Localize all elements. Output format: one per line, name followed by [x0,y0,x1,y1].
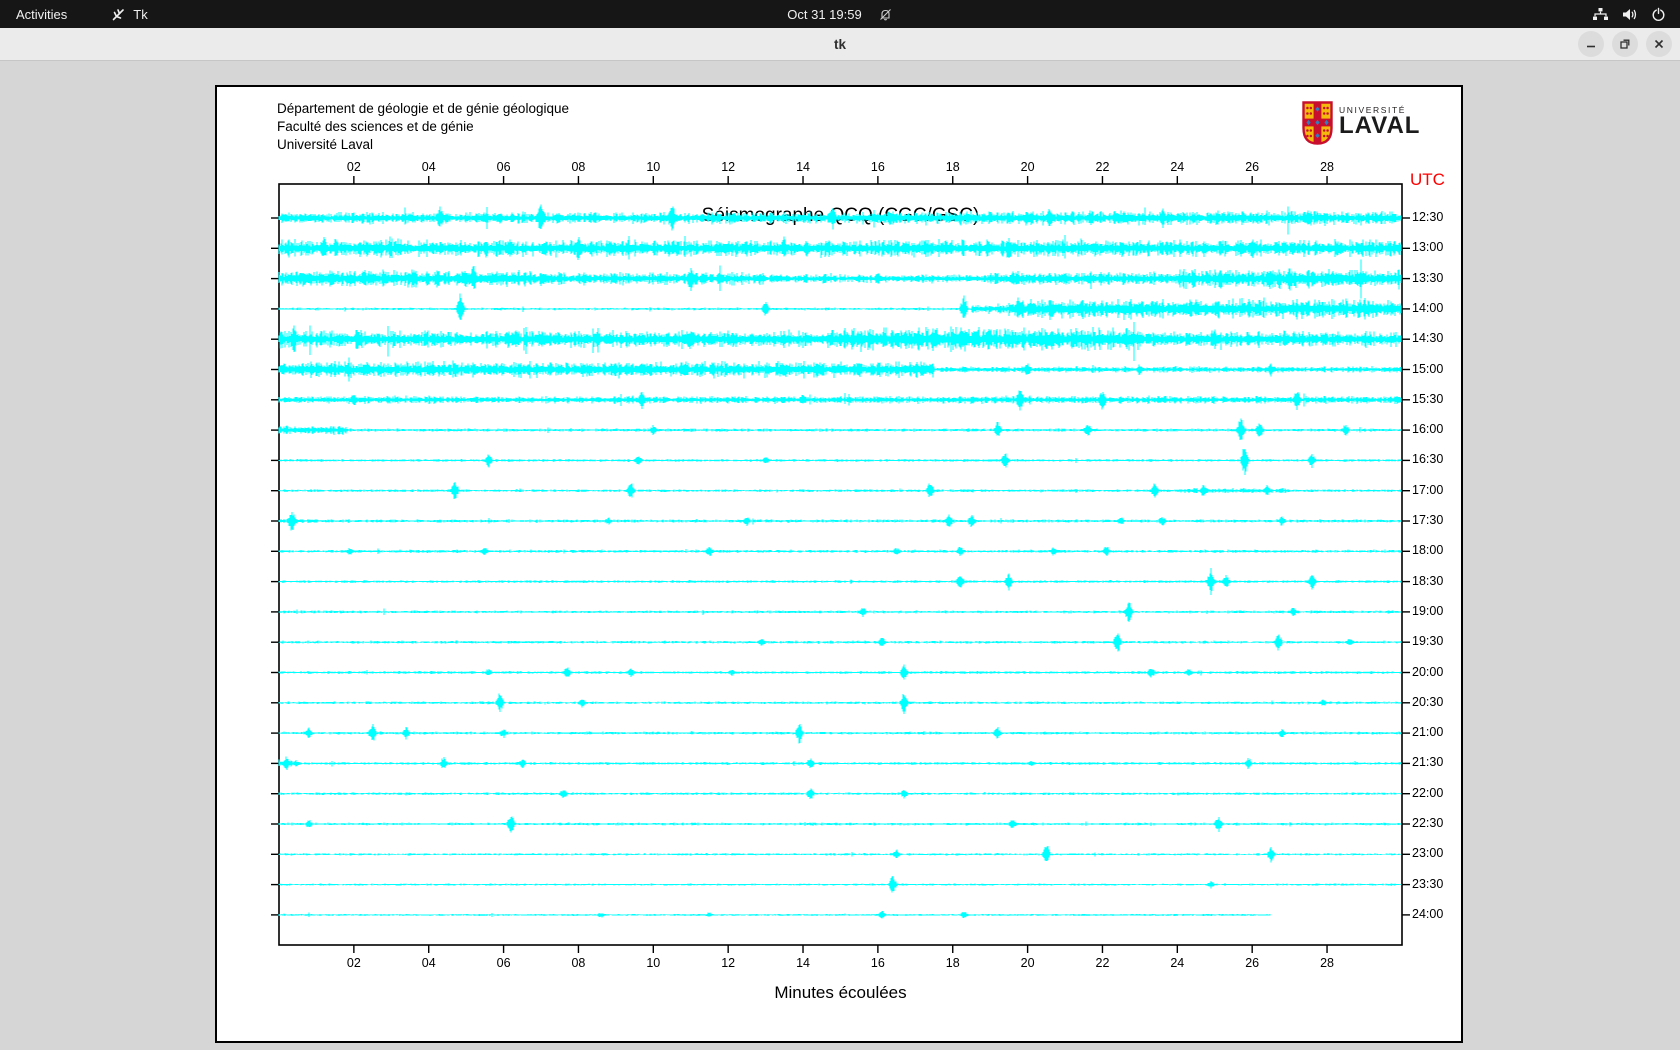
utc-time-label: 13:00 [1412,240,1443,254]
utc-time-label: 22:00 [1412,786,1443,800]
x-tick-label-bottom: 24 [1170,956,1184,970]
seismogram-trace-14:00 [279,293,1401,320]
seismogram-trace-13:30 [279,260,1401,299]
utc-time-label: 20:30 [1412,695,1443,709]
seismogram-trace-22:00 [279,788,1401,799]
utc-time-label: 23:00 [1412,846,1443,860]
utc-time-label: 15:30 [1412,392,1443,406]
seismogram-trace-12:30 [279,205,1401,235]
seismogram-trace-19:30 [279,633,1401,651]
x-tick-label-bottom: 10 [646,956,660,970]
seismogram-trace-16:00 [279,419,1401,440]
seismogram-trace-17:30 [279,512,1401,531]
x-tick-label-top: 26 [1245,160,1259,174]
x-tick-label-bottom: 18 [946,956,960,970]
utc-time-label: 17:30 [1412,513,1443,527]
seismogram-trace-24:00 [279,911,1270,918]
utc-time-label: 17:00 [1412,483,1443,497]
x-tick-label-bottom: 12 [721,956,735,970]
x-tick-label-top: 22 [1096,160,1110,174]
seismogram-trace-17:00 [279,482,1401,499]
x-tick-label-bottom: 06 [497,956,511,970]
gnome-top-bar: Activities Tk Oct 31 19:59 [0,0,1680,28]
x-tick-label-top: 20 [1021,160,1035,174]
utc-time-label: 19:30 [1412,634,1443,648]
seismogram-trace-14:30 [279,322,1401,361]
seismogram-trace-23:00 [279,846,1401,862]
seismogram-trace-16:30 [279,449,1401,475]
seismogram-trace-15:30 [279,390,1401,410]
utc-time-label: 19:00 [1412,604,1443,618]
x-tick-label-bottom: 14 [796,956,810,970]
utc-time-label: 16:30 [1412,452,1443,466]
utc-time-label: 18:30 [1412,574,1443,588]
utc-time-label: 14:00 [1412,301,1443,315]
x-tick-label-bottom: 08 [571,956,585,970]
seismogram-trace-15:00 [279,358,1401,382]
seismograph-canvas: Département de géologie et de génie géol… [215,85,1463,1043]
utc-time-label: 15:00 [1412,362,1443,376]
x-tick-label-bottom: 16 [871,956,885,970]
x-tick-label-bottom: 22 [1096,956,1110,970]
app-menu-label: Tk [133,7,147,22]
bell-slash-icon [878,7,893,22]
x-tick-label-top: 12 [721,160,735,174]
seismogram-plot [217,87,1465,1045]
utc-time-label: 22:30 [1412,816,1443,830]
utc-time-label: 23:30 [1412,877,1443,891]
seismogram-trace-21:30 [279,756,1401,770]
window-title: tk [834,37,846,52]
x-tick-label-bottom: 28 [1320,956,1334,970]
minimize-button[interactable] [1578,31,1604,57]
x-tick-label-top: 02 [347,160,361,174]
x-tick-label-top: 14 [796,160,810,174]
x-tick-label-bottom: 02 [347,956,361,970]
clock-label[interactable]: Oct 31 19:59 [787,7,861,22]
tk-feather-icon [111,7,126,22]
activities-button[interactable]: Activities [16,0,67,28]
x-tick-label-bottom: 04 [422,956,436,970]
seismogram-trace-20:30 [279,693,1401,714]
utc-time-label: 13:30 [1412,271,1443,285]
utc-time-label: 21:00 [1412,725,1443,739]
maximize-button[interactable] [1612,31,1638,57]
seismogram-trace-23:30 [279,876,1401,893]
close-button[interactable] [1646,31,1672,57]
clock-area: Oct 31 19:59 [0,0,1680,28]
x-tick-label-top: 04 [422,160,436,174]
x-tick-label-top: 06 [497,160,511,174]
seismogram-trace-20:00 [279,664,1401,679]
utc-time-label: 24:00 [1412,907,1443,921]
power-icon[interactable] [1651,7,1666,22]
x-tick-label-top: 24 [1170,160,1184,174]
seismogram-trace-22:30 [279,817,1401,833]
utc-time-label: 16:00 [1412,422,1443,436]
x-tick-label-top: 18 [946,160,960,174]
window-title-bar[interactable]: tk [0,28,1680,61]
x-tick-label-bottom: 20 [1021,956,1035,970]
utc-time-label: 12:30 [1412,210,1443,224]
seismogram-trace-19:00 [279,603,1401,622]
activities-label: Activities [16,7,67,22]
seismogram-trace-18:30 [279,568,1401,595]
utc-time-label: 21:30 [1412,755,1443,769]
seismogram-trace-13:00 [279,235,1401,260]
x-tick-label-bottom: 26 [1245,956,1259,970]
x-tick-label-top: 08 [571,160,585,174]
volume-icon[interactable] [1622,7,1638,22]
app-menu-button[interactable]: Tk [111,0,147,28]
x-tick-label-top: 16 [871,160,885,174]
x-axis-label: Minutes écoulées [279,983,1402,1003]
utc-time-label: 18:00 [1412,543,1443,557]
x-tick-label-top: 10 [646,160,660,174]
x-tick-label-top: 28 [1320,160,1334,174]
seismogram-trace-18:00 [279,547,1401,556]
seismogram-trace-21:00 [279,724,1401,744]
utc-time-label: 20:00 [1412,665,1443,679]
network-icon[interactable] [1592,7,1609,22]
utc-time-label: 14:30 [1412,331,1443,345]
